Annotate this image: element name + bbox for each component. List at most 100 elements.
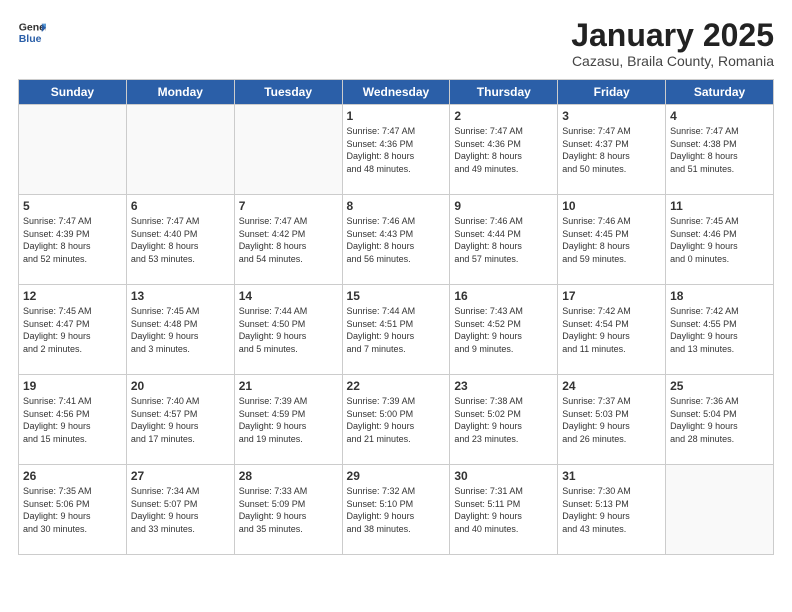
cell-info: Sunrise: 7:47 AM Sunset: 4:37 PM Dayligh… — [562, 125, 661, 175]
date-number: 8 — [347, 199, 446, 213]
calendar-title: January 2025 — [571, 18, 774, 53]
cell-info: Sunrise: 7:31 AM Sunset: 5:11 PM Dayligh… — [454, 485, 553, 535]
date-number: 2 — [454, 109, 553, 123]
cell-info: Sunrise: 7:36 AM Sunset: 5:04 PM Dayligh… — [670, 395, 769, 445]
calendar-cell: 12 Sunrise: 7:45 AM Sunset: 4:47 PM Dayli… — [19, 285, 127, 375]
week-row-0: 1 Sunrise: 7:47 AM Sunset: 4:36 PM Daylig… — [19, 105, 774, 195]
page: General Blue January 2025 Cazasu, Braila… — [0, 0, 792, 612]
calendar-cell: 25Sunrise: 7:36 AM Sunset: 5:04 PM Dayli… — [666, 375, 774, 465]
calendar-cell: 24 Sunrise: 7:37 AM Sunset: 5:03 PM Dayli… — [558, 375, 666, 465]
calendar-cell: 19 Sunrise: 7:41 AM Sunset: 4:56 PM Dayli… — [19, 375, 127, 465]
cell-info: Sunrise: 7:35 AM Sunset: 5:06 PM Dayligh… — [23, 485, 122, 535]
week-row-2: 12 Sunrise: 7:45 AM Sunset: 4:47 PM Dayli… — [19, 285, 774, 375]
logo: General Blue — [18, 18, 46, 46]
date-number: 21 — [239, 379, 338, 393]
date-number: 18 — [670, 289, 769, 303]
cell-info: Sunrise: 7:44 AM Sunset: 4:51 PM Dayligh… — [347, 305, 446, 355]
calendar-cell: 30 Sunrise: 7:31 AM Sunset: 5:11 PM Dayli… — [450, 465, 558, 555]
calendar-cell: 27 Sunrise: 7:34 AM Sunset: 5:07 PM Dayli… — [126, 465, 234, 555]
calendar-cell: 11 Sunrise: 7:45 AM Sunset: 4:46 PM Dayli… — [666, 195, 774, 285]
calendar-table: SundayMondayTuesdayWednesdayThursdayFrid… — [18, 79, 774, 555]
cell-info: Sunrise: 7:46 AM Sunset: 4:45 PM Dayligh… — [562, 215, 661, 265]
cell-info: Sunrise: 7:46 AM Sunset: 4:43 PM Dayligh… — [347, 215, 446, 265]
date-number: 29 — [347, 469, 446, 483]
week-row-3: 19 Sunrise: 7:41 AM Sunset: 4:56 PM Dayli… — [19, 375, 774, 465]
cell-info: Sunrise: 7:47 AM Sunset: 4:36 PM Dayligh… — [347, 125, 446, 175]
cell-info: Sunrise: 7:39 AM Sunset: 5:00 PM Dayligh… — [347, 395, 446, 445]
date-number: 10 — [562, 199, 661, 213]
cell-info: Sunrise: 7:46 AM Sunset: 4:44 PM Dayligh… — [454, 215, 553, 265]
calendar-cell: 5 Sunrise: 7:47 AM Sunset: 4:39 PM Daylig… — [19, 195, 127, 285]
date-number: 5 — [23, 199, 122, 213]
cell-info: Sunrise: 7:41 AM Sunset: 4:56 PM Dayligh… — [23, 395, 122, 445]
date-number: 11 — [670, 199, 769, 213]
calendar-cell: 8 Sunrise: 7:46 AM Sunset: 4:43 PM Daylig… — [342, 195, 450, 285]
calendar-cell — [126, 105, 234, 195]
date-number: 17 — [562, 289, 661, 303]
calendar-cell: 4Sunrise: 7:47 AM Sunset: 4:38 PM Daylig… — [666, 105, 774, 195]
day-header-thursday: Thursday — [450, 80, 558, 105]
cell-info: Sunrise: 7:33 AM Sunset: 5:09 PM Dayligh… — [239, 485, 338, 535]
date-number: 22 — [347, 379, 446, 393]
cell-info: Sunrise: 7:32 AM Sunset: 5:10 PM Dayligh… — [347, 485, 446, 535]
cell-info: Sunrise: 7:47 AM Sunset: 4:39 PM Dayligh… — [23, 215, 122, 265]
calendar-cell: 18 Sunrise: 7:42 AM Sunset: 4:55 PM Dayli… — [666, 285, 774, 375]
date-number: 1 — [347, 109, 446, 123]
cell-info: Sunrise: 7:30 AM Sunset: 5:13 PM Dayligh… — [562, 485, 661, 535]
date-number: 12 — [23, 289, 122, 303]
date-number: 14 — [239, 289, 338, 303]
day-header-saturday: Saturday — [666, 80, 774, 105]
cell-info: Sunrise: 7:37 AM Sunset: 5:03 PM Dayligh… — [562, 395, 661, 445]
calendar-cell — [19, 105, 127, 195]
day-header-friday: Friday — [558, 80, 666, 105]
calendar-cell: 16Sunrise: 7:43 AM Sunset: 4:52 PM Dayli… — [450, 285, 558, 375]
calendar-cell: 1 Sunrise: 7:47 AM Sunset: 4:36 PM Daylig… — [342, 105, 450, 195]
cell-info: Sunrise: 7:38 AM Sunset: 5:02 PM Dayligh… — [454, 395, 553, 445]
calendar-cell: 9 Sunrise: 7:46 AM Sunset: 4:44 PM Daylig… — [450, 195, 558, 285]
date-number: 4 — [670, 109, 769, 123]
date-number: 27 — [131, 469, 230, 483]
calendar-cell — [234, 105, 342, 195]
calendar-cell: 7 Sunrise: 7:47 AM Sunset: 4:42 PM Daylig… — [234, 195, 342, 285]
calendar-cell: 14 Sunrise: 7:44 AM Sunset: 4:50 PM Dayli… — [234, 285, 342, 375]
cell-info: Sunrise: 7:44 AM Sunset: 4:50 PM Dayligh… — [239, 305, 338, 355]
cell-info: Sunrise: 7:40 AM Sunset: 4:57 PM Dayligh… — [131, 395, 230, 445]
cell-info: Sunrise: 7:43 AM Sunset: 4:52 PM Dayligh… — [454, 305, 553, 355]
cell-info: Sunrise: 7:45 AM Sunset: 4:48 PM Dayligh… — [131, 305, 230, 355]
calendar-subtitle: Cazasu, Braila County, Romania — [571, 53, 774, 69]
cell-info: Sunrise: 7:45 AM Sunset: 4:47 PM Dayligh… — [23, 305, 122, 355]
cell-info: Sunrise: 7:47 AM Sunset: 4:40 PM Dayligh… — [131, 215, 230, 265]
svg-text:Blue: Blue — [19, 33, 42, 45]
title-block: January 2025 Cazasu, Braila County, Roma… — [571, 18, 774, 69]
week-row-4: 26Sunrise: 7:35 AM Sunset: 5:06 PM Dayli… — [19, 465, 774, 555]
calendar-cell: 31Sunrise: 7:30 AM Sunset: 5:13 PM Dayli… — [558, 465, 666, 555]
calendar-cell: 13Sunrise: 7:45 AM Sunset: 4:48 PM Dayli… — [126, 285, 234, 375]
date-number: 7 — [239, 199, 338, 213]
cell-info: Sunrise: 7:47 AM Sunset: 4:42 PM Dayligh… — [239, 215, 338, 265]
calendar-cell: 2 Sunrise: 7:47 AM Sunset: 4:36 PM Daylig… — [450, 105, 558, 195]
cell-info: Sunrise: 7:47 AM Sunset: 4:36 PM Dayligh… — [454, 125, 553, 175]
date-number: 19 — [23, 379, 122, 393]
date-number: 23 — [454, 379, 553, 393]
calendar-cell: 23 Sunrise: 7:38 AM Sunset: 5:02 PM Dayli… — [450, 375, 558, 465]
calendar-cell — [666, 465, 774, 555]
cell-info: Sunrise: 7:39 AM Sunset: 4:59 PM Dayligh… — [239, 395, 338, 445]
date-number: 28 — [239, 469, 338, 483]
cell-info: Sunrise: 7:45 AM Sunset: 4:46 PM Dayligh… — [670, 215, 769, 265]
date-number: 30 — [454, 469, 553, 483]
date-number: 20 — [131, 379, 230, 393]
calendar-cell: 6 Sunrise: 7:47 AM Sunset: 4:40 PM Daylig… — [126, 195, 234, 285]
week-row-1: 5 Sunrise: 7:47 AM Sunset: 4:39 PM Daylig… — [19, 195, 774, 285]
date-number: 9 — [454, 199, 553, 213]
calendar-cell: 29 Sunrise: 7:32 AM Sunset: 5:10 PM Dayli… — [342, 465, 450, 555]
date-number: 24 — [562, 379, 661, 393]
calendar-cell: 20 Sunrise: 7:40 AM Sunset: 4:57 PM Dayli… — [126, 375, 234, 465]
calendar-cell: 26Sunrise: 7:35 AM Sunset: 5:06 PM Dayli… — [19, 465, 127, 555]
logo-icon: General Blue — [18, 18, 46, 46]
calendar-cell: 15 Sunrise: 7:44 AM Sunset: 4:51 PM Dayli… — [342, 285, 450, 375]
cell-info: Sunrise: 7:34 AM Sunset: 5:07 PM Dayligh… — [131, 485, 230, 535]
date-number: 15 — [347, 289, 446, 303]
calendar-cell: 17Sunrise: 7:42 AM Sunset: 4:54 PM Dayli… — [558, 285, 666, 375]
cell-info: Sunrise: 7:42 AM Sunset: 4:55 PM Dayligh… — [670, 305, 769, 355]
date-number: 6 — [131, 199, 230, 213]
